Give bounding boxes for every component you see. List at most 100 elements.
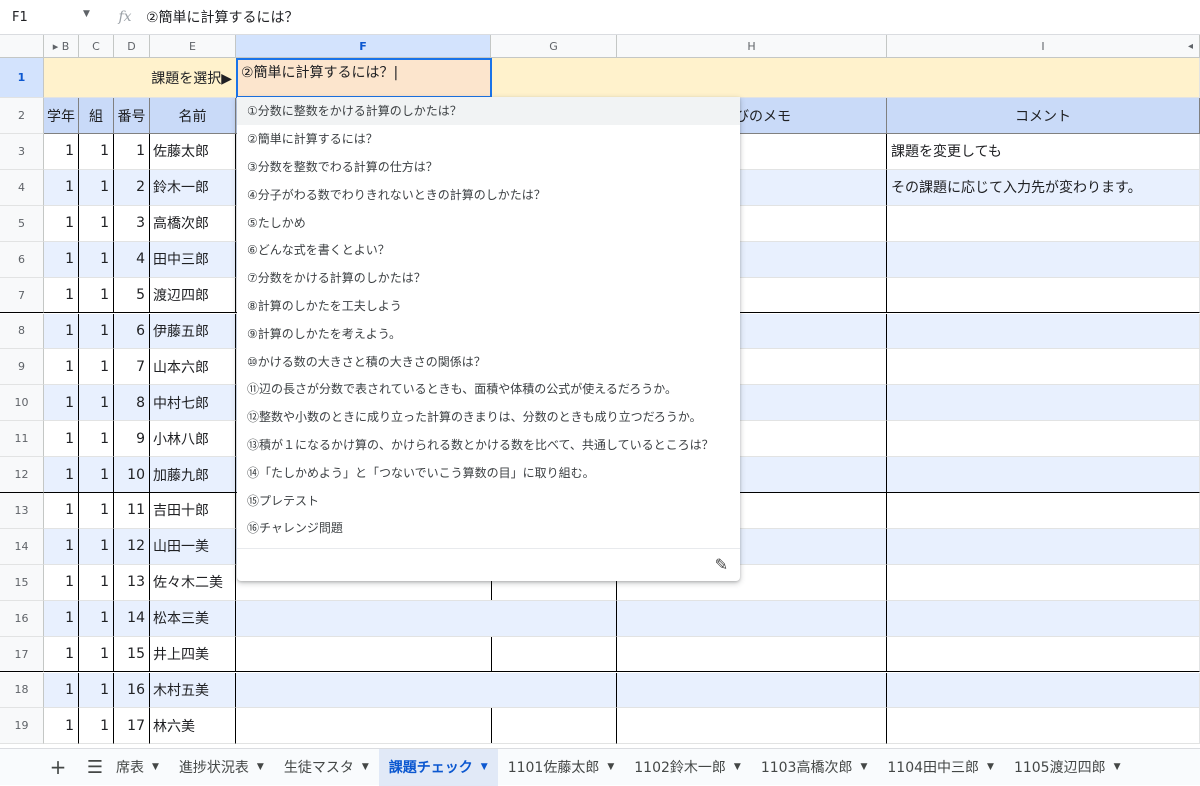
student-name-cell[interactable]: 吉田十郎 — [150, 493, 236, 529]
tab-menu-chevron-icon[interactable]: ▼ — [1114, 762, 1121, 772]
tab-menu-chevron-icon[interactable]: ▼ — [481, 762, 488, 772]
class-cell[interactable]: 1 — [79, 277, 114, 314]
number-cell[interactable]: 7 — [114, 349, 150, 386]
dropdown-option[interactable]: ②簡単に計算するには？ — [237, 125, 740, 153]
chevron-down-icon[interactable]: ▼ — [83, 9, 90, 19]
g-cell[interactable] — [491, 600, 617, 637]
grade-cell[interactable]: 1 — [44, 421, 79, 458]
column-header-i[interactable]: I ◂ — [887, 35, 1200, 58]
validation-dropdown[interactable]: ①分数に整数をかける計算のしかたは？ ②簡単に計算するには？ ③分数を整数でわる計算… — [237, 97, 740, 581]
student-name-cell[interactable]: 中村七郎 — [150, 385, 236, 422]
task-cell[interactable] — [236, 708, 492, 745]
column-header-g[interactable]: G — [491, 35, 617, 58]
row-header-19[interactable]: 19 — [0, 708, 44, 745]
memo-cell[interactable] — [617, 708, 887, 745]
row-header-8[interactable]: 8 — [0, 313, 44, 350]
row-header-3[interactable]: 3 — [0, 134, 44, 170]
row-header-17[interactable]: 17 — [0, 636, 44, 673]
student-name-cell[interactable]: 鈴木一郎 — [150, 169, 236, 206]
comment-cell[interactable]: 課題を変更しても — [887, 134, 1200, 170]
sheet-tab[interactable]: 進捗状況表 ▼ — [169, 749, 274, 786]
student-name-cell[interactable]: 小林八郎 — [150, 421, 236, 458]
row-header-12[interactable]: 12 — [0, 457, 44, 493]
all-sheets-menu-icon[interactable]: ☰ — [78, 757, 112, 778]
class-cell[interactable]: 1 — [79, 600, 114, 637]
dropdown-option[interactable]: ⑤たしかめ — [237, 208, 740, 236]
sheet-tab[interactable]: 課題チェック ▼ — [378, 748, 498, 786]
column-header-c[interactable]: C — [79, 35, 114, 58]
column-header-b[interactable]: ▸ B — [44, 35, 79, 58]
sheet-tab[interactable]: 1105渡辺四郎 ▼ — [1004, 749, 1131, 786]
class-cell[interactable]: 1 — [79, 349, 114, 386]
row-header-9[interactable]: 9 — [0, 349, 44, 386]
comment-cell[interactable] — [887, 457, 1200, 493]
student-name-cell[interactable]: 林六美 — [150, 708, 236, 745]
number-cell[interactable]: 9 — [114, 421, 150, 458]
comment-cell[interactable] — [887, 385, 1200, 422]
number-cell[interactable]: 11 — [114, 493, 150, 529]
dropdown-option[interactable]: ⑦分数をかける計算のしかたは？ — [237, 264, 740, 292]
row-header-11[interactable]: 11 — [0, 421, 44, 458]
g-cell[interactable] — [491, 708, 617, 745]
tab-menu-chevron-icon[interactable]: ▼ — [152, 762, 159, 772]
tab-menu-chevron-icon[interactable]: ▼ — [734, 762, 741, 772]
class-cell[interactable]: 1 — [79, 421, 114, 458]
student-name-cell[interactable]: 田中三郎 — [150, 241, 236, 278]
grade-cell[interactable]: 1 — [44, 457, 79, 493]
comment-cell[interactable] — [887, 564, 1200, 601]
formula-input[interactable]: ②簡単に計算するには？ — [140, 7, 299, 27]
class-cell[interactable]: 1 — [79, 636, 114, 673]
student-name-cell[interactable]: 佐藤太郎 — [150, 134, 236, 170]
class-cell[interactable]: 1 — [79, 493, 114, 529]
comment-cell[interactable] — [887, 241, 1200, 278]
sheet-tab[interactable]: 席表 ▼ — [112, 749, 169, 786]
column-header-h[interactable]: H — [617, 35, 887, 58]
grade-cell[interactable]: 1 — [44, 313, 79, 350]
class-cell[interactable]: 1 — [79, 708, 114, 745]
column-header-d[interactable]: D — [114, 35, 150, 58]
number-cell[interactable]: 5 — [114, 277, 150, 314]
memo-cell[interactable] — [617, 636, 887, 673]
number-cell[interactable]: 3 — [114, 205, 150, 242]
row-header-13[interactable]: 13 — [0, 493, 44, 529]
grade-cell[interactable]: 1 — [44, 205, 79, 242]
dropdown-option[interactable]: ⑨計算のしかたを考えよう。 — [237, 319, 740, 347]
dropdown-option[interactable]: ⑩かける数の大きさと積の大きさの関係は？ — [237, 347, 740, 375]
sheet-tab[interactable]: 1104田中三郎 ▼ — [877, 749, 1004, 786]
task-cell[interactable] — [236, 600, 492, 637]
class-cell[interactable]: 1 — [79, 457, 114, 493]
number-cell[interactable]: 16 — [114, 672, 150, 709]
sheet-tab[interactable]: 生徒マスタ ▼ — [274, 749, 379, 786]
student-name-cell[interactable]: 木村五美 — [150, 672, 236, 709]
number-cell[interactable]: 13 — [114, 564, 150, 601]
grade-cell[interactable]: 1 — [44, 493, 79, 529]
grade-cell[interactable]: 1 — [44, 385, 79, 422]
sheet-tab[interactable]: 1102鈴木一郎 ▼ — [624, 749, 751, 786]
row-header-6[interactable]: 6 — [0, 241, 44, 278]
class-cell[interactable]: 1 — [79, 385, 114, 422]
column-scroll-icon[interactable]: ◂ — [1188, 41, 1193, 52]
student-name-cell[interactable]: 高橋次郎 — [150, 205, 236, 242]
number-cell[interactable]: 8 — [114, 385, 150, 422]
student-name-cell[interactable]: 加藤九郎 — [150, 457, 236, 493]
comment-cell[interactable] — [887, 205, 1200, 242]
column-header-f[interactable]: F — [236, 35, 491, 58]
dropdown-option[interactable]: ④分子がわる数でわりきれないときの計算のしかたは？ — [237, 180, 740, 208]
grade-cell[interactable]: 1 — [44, 528, 79, 565]
tab-menu-chevron-icon[interactable]: ▼ — [257, 762, 264, 772]
dropdown-option[interactable]: ⑪辺の長さが分数で表されているときも、面積や体積の公式が使えるだろうか。 — [237, 375, 740, 403]
grade-cell[interactable]: 1 — [44, 564, 79, 601]
memo-cell[interactable] — [617, 672, 887, 709]
grade-cell[interactable]: 1 — [44, 134, 79, 170]
row-header-15[interactable]: 15 — [0, 564, 44, 601]
row-header-5[interactable]: 5 — [0, 205, 44, 242]
grade-cell[interactable]: 1 — [44, 277, 79, 314]
grade-cell[interactable]: 1 — [44, 672, 79, 709]
task-cell[interactable] — [236, 672, 492, 709]
tab-menu-chevron-icon[interactable]: ▼ — [860, 762, 867, 772]
number-cell[interactable]: 10 — [114, 457, 150, 493]
comment-cell[interactable] — [887, 349, 1200, 386]
class-cell[interactable]: 1 — [79, 564, 114, 601]
dropdown-option[interactable]: ⑮プレテスト — [237, 486, 740, 514]
comment-cell[interactable] — [887, 421, 1200, 458]
